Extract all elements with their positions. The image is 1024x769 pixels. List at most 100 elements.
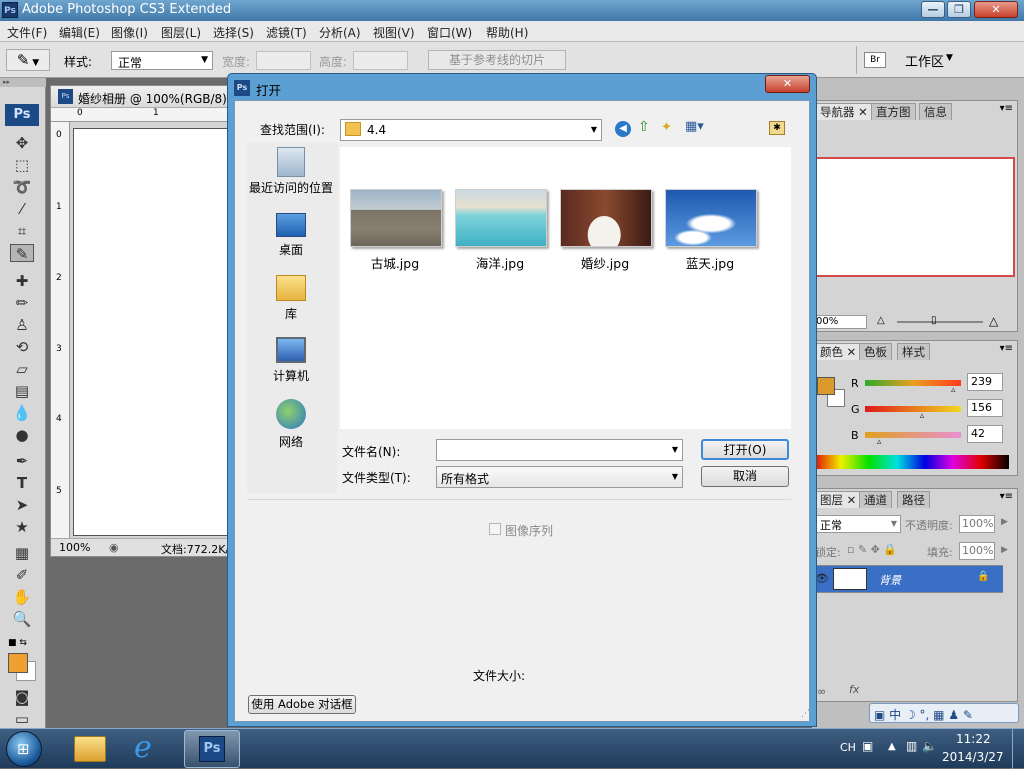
width-field[interactable] [256,51,311,70]
menu-edit[interactable]: 编辑(E) [59,24,100,41]
taskbar-ie[interactable]: e [122,730,178,768]
lasso-tool-icon[interactable]: ➰ [10,178,34,196]
taskbar-photoshop[interactable]: Ps [184,730,240,768]
pen-tool-icon[interactable]: ✒ [10,452,34,470]
shape-tool-icon[interactable]: ★ [10,518,34,536]
minimize-button[interactable]: — [921,1,945,18]
fx-icon[interactable]: fx [849,683,859,696]
r-slider-thumb[interactable]: ▵ [951,385,956,395]
view-menu-icon[interactable]: ▦▾ [685,119,704,134]
place-network[interactable]: 网络 [247,399,335,450]
menu-layer[interactable]: 图层(L) [161,24,201,41]
clock-time[interactable]: 11:22 [956,732,991,746]
panel-menu-icon[interactable]: ▾≡ [1000,343,1013,354]
workspace-menu[interactable]: 工作区 [905,51,944,70]
taskbar-explorer[interactable] [62,730,118,768]
tab-layers[interactable]: 图层 ✕ [815,491,862,508]
lock-icons[interactable]: ▫ ✎ ✥ 🔒 [847,543,897,556]
history-brush-tool-icon[interactable]: ⟲ [10,338,34,356]
layer-row[interactable]: 👁 背景 🔒 [813,565,1003,593]
ime-toolbar[interactable]: ▣ 中 ☽ °, ▦ ♟ ✎ [869,703,1019,723]
style-select[interactable]: 正常 ▼ [111,51,213,70]
g-slider-thumb[interactable]: ▵ [920,411,925,421]
place-library[interactable]: 库 [247,275,335,322]
tab-swatches[interactable]: 色板 [859,343,892,360]
dialog-title-bar[interactable]: Ps 打开 ✕ [228,74,816,100]
tab-histogram[interactable]: 直方图 [871,103,916,120]
clock-date[interactable]: 2014/3/27 [942,750,1004,764]
tab-info[interactable]: 信息 [919,103,952,120]
menu-file[interactable]: 文件(F) [7,24,47,41]
layer-name[interactable]: 背景 [879,572,901,588]
tab-paths[interactable]: 路径 [897,491,930,508]
filetype-select[interactable]: 所有格式 ▼ [436,466,683,488]
bridge-icon[interactable]: Br [864,52,886,68]
path-selection-tool-icon[interactable]: ➤ [10,496,34,514]
tab-channels[interactable]: 通道 [859,491,892,508]
color-ramp[interactable] [813,455,1009,469]
clone-stamp-tool-icon[interactable]: ♙ [10,316,34,334]
status-menu-icon[interactable]: ◉ [109,541,119,554]
panel-menu-icon[interactable]: ▾≡ [1000,491,1013,502]
image-sequence-checkbox[interactable] [489,523,501,535]
navigator-zoom-field[interactable]: 00% [813,315,867,329]
dialog-close-button[interactable]: ✕ [765,75,810,93]
r-slider[interactable] [865,380,961,386]
filename-input[interactable]: ▼ [436,439,683,461]
ps-logo[interactable]: Ps [5,104,39,126]
crop-tool-icon[interactable]: ⌗ [10,222,34,240]
ime-tray-icon[interactable]: ▣ [862,739,873,753]
show-desktop-button[interactable] [1012,729,1024,769]
r-value-field[interactable]: 239 [967,373,1003,391]
hand-tool-icon[interactable]: ✋ [10,588,34,606]
new-folder-icon[interactable]: ✦ [661,120,672,135]
marquee-tool-icon[interactable]: ⬚ [10,156,34,174]
zoom-out-icon[interactable]: △ [877,315,885,326]
zoom-in-icon[interactable]: △ [989,314,998,328]
place-recent[interactable]: 最近访问的位置 [247,147,335,196]
menu-analysis[interactable]: 分析(A) [319,24,361,41]
menu-filter[interactable]: 滤镜(T) [266,24,307,41]
foreground-color-chip[interactable] [817,377,835,395]
g-value-field[interactable]: 156 [967,399,1003,417]
place-desktop[interactable]: 桌面 [247,213,335,258]
zoom-level[interactable]: 100% [59,541,90,554]
menu-window[interactable]: 窗口(W) [427,24,472,41]
place-computer[interactable]: 计算机 [247,337,335,384]
blur-tool-icon[interactable]: 💧 [10,404,34,422]
zoom-tool-icon[interactable]: 🔍 [10,610,34,628]
screen-mode-icon[interactable]: ▭ [10,710,34,728]
magic-wand-tool-icon[interactable]: ⁄ [10,200,34,218]
foreground-color-swatch[interactable] [8,653,28,673]
link-layers-icon[interactable]: ∞ [817,685,826,698]
cancel-button[interactable]: 取消 [701,466,789,487]
favorites-folder-icon[interactable]: ✱ [769,121,785,135]
maximize-button[interactable]: ❐ [947,1,971,18]
use-adobe-dialog-button[interactable]: 使用 Adobe 对话框 [248,695,356,714]
open-button[interactable]: 打开(O) [701,439,789,460]
resize-grip-icon[interactable]: ⋰ [801,709,810,719]
input-language[interactable]: CH [840,741,856,754]
lookin-select[interactable]: 4.4 ▼ [340,119,602,141]
chevron-right-icon[interactable]: ▶ [1001,545,1008,555]
type-tool-icon[interactable]: T [10,474,34,492]
show-hidden-icons-icon[interactable]: ▲ [888,741,896,752]
quick-mask-icon[interactable]: ◙ [10,688,34,706]
document-title-bar[interactable]: Ps 婚纱相册 @ 100%(RGB/8) [51,86,231,108]
opacity-field[interactable]: 100% [959,515,995,533]
height-field[interactable] [353,51,408,70]
g-slider[interactable] [865,406,961,412]
brush-tool-icon[interactable]: ✏ [10,294,34,312]
b-value-field[interactable]: 42 [967,425,1003,443]
notes-tool-icon[interactable]: ▦ [10,544,34,562]
zoom-slider-thumb[interactable]: ▯ [931,315,937,326]
navigator-preview[interactable] [813,157,1015,277]
healing-brush-tool-icon[interactable]: ✚ [10,272,34,290]
panel-menu-icon[interactable]: ▾≡ [1000,103,1013,114]
slice-from-guides-button[interactable]: 基于参考线的切片 [428,50,566,70]
menu-select[interactable]: 选择(S) [213,24,254,41]
move-tool-icon[interactable]: ✥ [10,134,34,152]
volume-icon[interactable]: 🔈 [922,739,937,753]
eye-icon[interactable]: 👁 [815,572,829,585]
dodge-tool-icon[interactable]: ● [10,426,34,444]
